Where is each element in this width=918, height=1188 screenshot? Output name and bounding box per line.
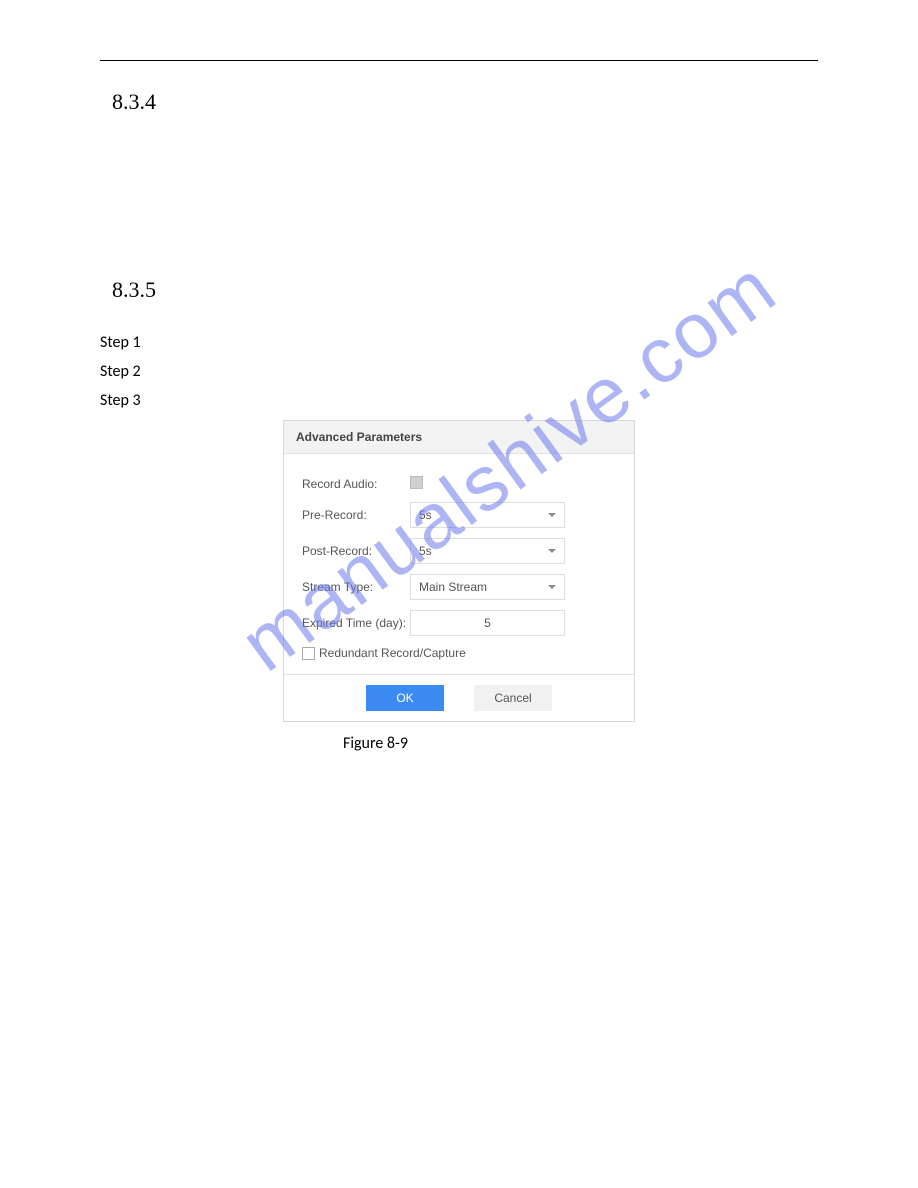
- redundant-label: Redundant Record/Capture: [319, 646, 466, 660]
- figure-caption: Figure 8-9: [343, 734, 635, 753]
- advanced-parameters-dialog: Advanced Parameters Record Audio: Pre-Re…: [283, 420, 635, 722]
- post-record-value: 5s: [419, 544, 432, 558]
- post-record-label: Post-Record:: [302, 544, 410, 558]
- record-audio-label: Record Audio:: [302, 477, 410, 491]
- step-2: Step 2: [100, 362, 818, 381]
- chevron-down-icon: [548, 585, 556, 589]
- pre-record-value: 5s: [419, 508, 432, 522]
- row-post-record: Post-Record: 5s: [302, 538, 616, 564]
- dialog-wrapper: Advanced Parameters Record Audio: Pre-Re…: [283, 420, 635, 753]
- section-heading-834: 8.3.4: [112, 89, 818, 115]
- document-page: 8.3.4 8.3.5 Step 1 Step 2 Step 3 Advance…: [0, 0, 918, 753]
- row-redundant: Redundant Record/Capture: [302, 646, 616, 660]
- step-1: Step 1: [100, 333, 818, 352]
- spacer: [100, 145, 818, 265]
- record-audio-checkbox[interactable]: [410, 476, 423, 489]
- record-audio-value: [410, 476, 616, 492]
- row-stream-type: Stream Type: Main Stream: [302, 574, 616, 600]
- dialog-footer: OK Cancel: [284, 674, 634, 721]
- redundant-checkbox[interactable]: [302, 647, 315, 660]
- ok-button[interactable]: OK: [366, 685, 444, 711]
- section-heading-835: 8.3.5: [112, 277, 818, 303]
- row-pre-record: Pre-Record: 5s: [302, 502, 616, 528]
- row-record-audio: Record Audio:: [302, 476, 616, 492]
- stream-type-select[interactable]: Main Stream: [410, 574, 565, 600]
- expired-time-label: Expired Time (day):: [302, 616, 410, 630]
- chevron-down-icon: [548, 549, 556, 553]
- cancel-button[interactable]: Cancel: [474, 685, 552, 711]
- row-expired-time: Expired Time (day):: [302, 610, 616, 636]
- dialog-body: Record Audio: Pre-Record: 5s P: [284, 454, 634, 674]
- stream-type-label: Stream Type:: [302, 580, 410, 594]
- chevron-down-icon: [548, 513, 556, 517]
- dialog-title: Advanced Parameters: [284, 421, 634, 454]
- pre-record-label: Pre-Record:: [302, 508, 410, 522]
- expired-time-input[interactable]: [410, 610, 565, 636]
- post-record-select[interactable]: 5s: [410, 538, 565, 564]
- stream-type-value: Main Stream: [419, 580, 487, 594]
- step-3: Step 3: [100, 391, 818, 410]
- top-rule: [100, 60, 818, 61]
- pre-record-select[interactable]: 5s: [410, 502, 565, 528]
